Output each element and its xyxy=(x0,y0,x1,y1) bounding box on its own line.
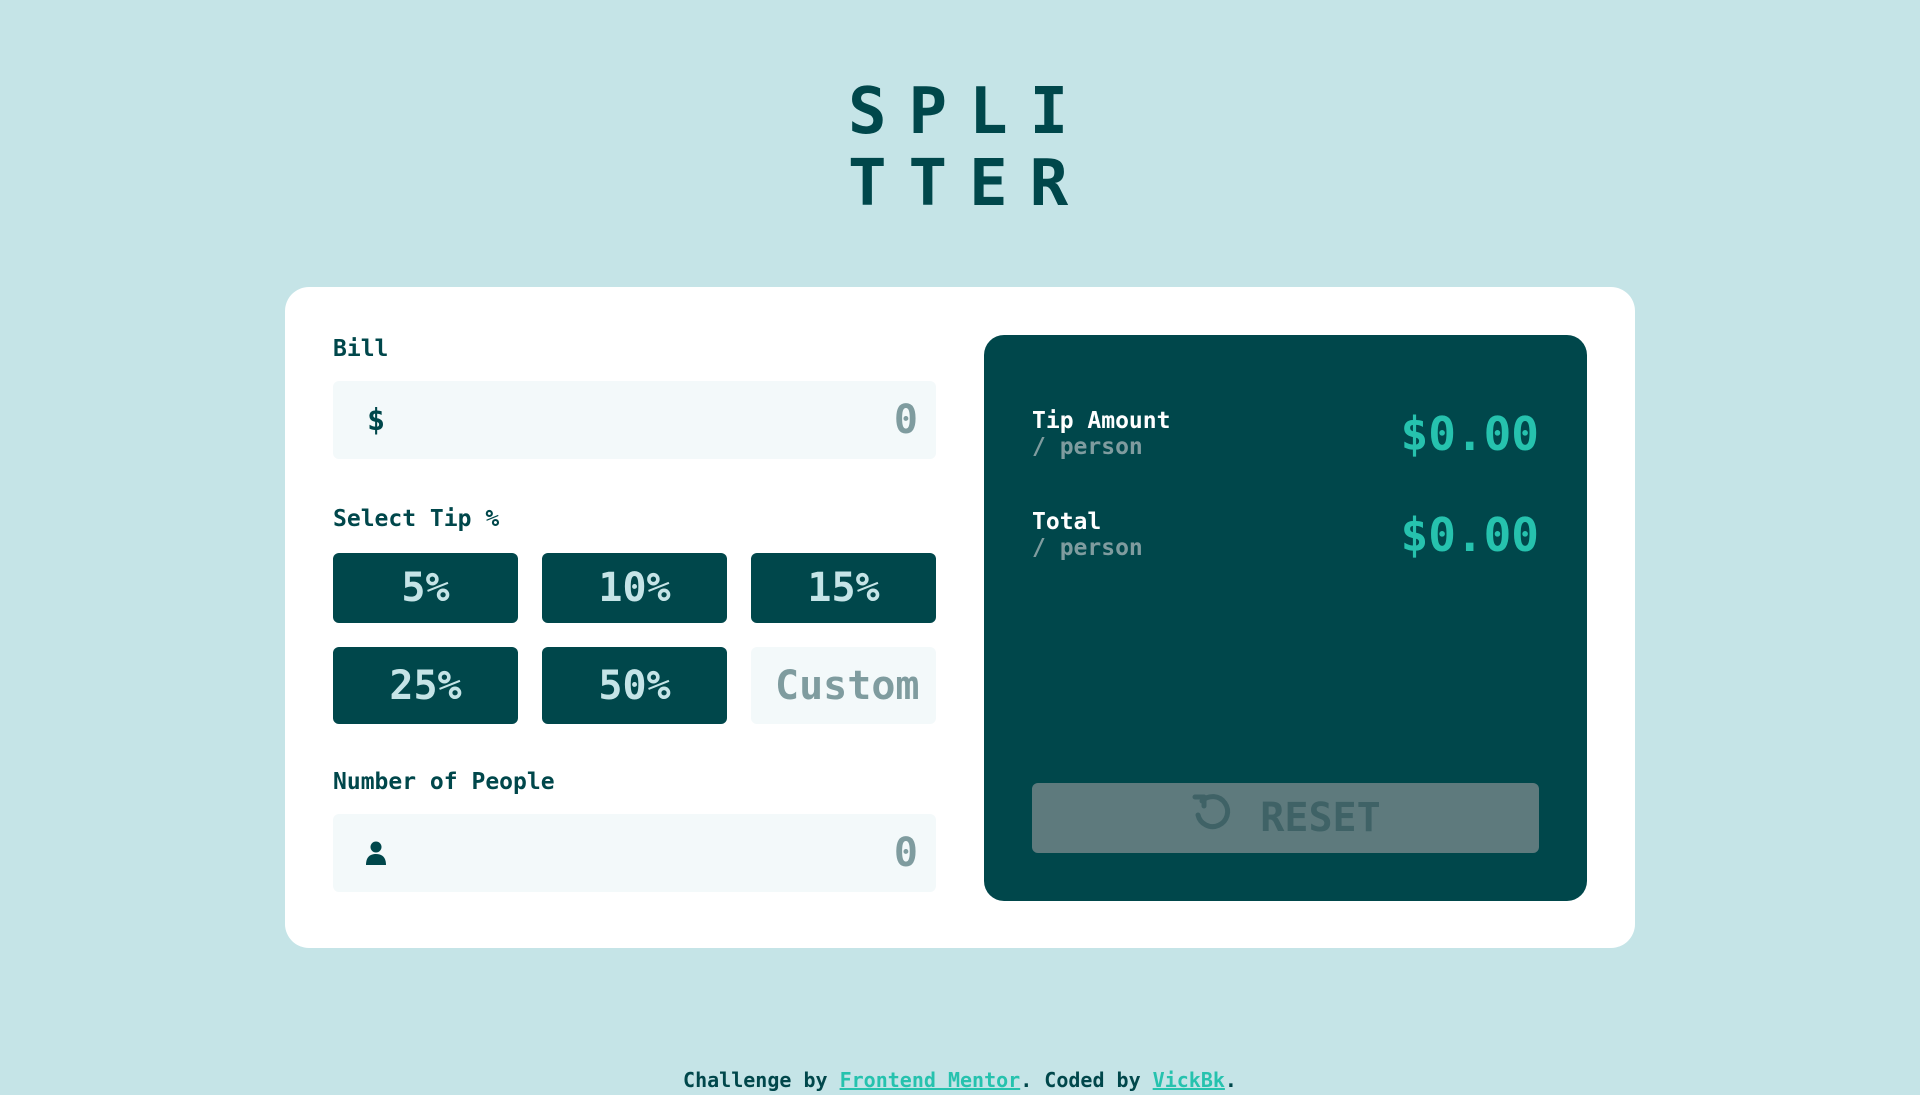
tip-amount-row: Tip Amount / person $0.00 xyxy=(1032,407,1539,461)
reset-label: RESET xyxy=(1260,795,1381,841)
footer-prefix: Challenge by xyxy=(683,1068,840,1092)
tip-amount-value: $0.00 xyxy=(1400,407,1539,461)
tip-25-button[interactable]: 25% xyxy=(333,647,518,724)
calculator-card: Bill $ Select Tip % 5% 10% 15% 25% 50% N… xyxy=(285,287,1635,948)
bill-label: Bill xyxy=(333,336,389,362)
logo: SPLI TTER xyxy=(848,76,1108,220)
people-field[interactable] xyxy=(333,814,936,892)
bill-field[interactable]: $ xyxy=(333,381,936,459)
tip-50-button[interactable]: 50% xyxy=(542,647,727,724)
people-input[interactable] xyxy=(389,830,918,876)
logo-line-2: TTER xyxy=(848,147,1091,221)
people-label: Number of People xyxy=(333,769,555,795)
bill-input[interactable] xyxy=(389,397,918,443)
total-title: Total xyxy=(1032,509,1102,535)
total-row: Total / person $0.00 xyxy=(1032,508,1539,562)
reset-icon xyxy=(1190,791,1234,845)
tip-options: 5% 10% 15% 25% 50% xyxy=(333,553,936,724)
tip-amount-title: Tip Amount xyxy=(1032,408,1171,434)
footer-mid: . Coded by xyxy=(1020,1068,1153,1092)
logo-line-1: SPLI xyxy=(848,75,1091,149)
frontend-mentor-link[interactable]: Frontend Mentor xyxy=(840,1068,1021,1092)
person-icon xyxy=(363,840,389,866)
reset-button[interactable]: RESET xyxy=(1032,783,1539,853)
input-panel: Bill $ Select Tip % 5% 10% 15% 25% 50% N… xyxy=(333,335,936,892)
tip-amount-per-person: / person xyxy=(1032,434,1143,460)
tip-15-button[interactable]: 15% xyxy=(751,553,936,623)
author-link[interactable]: VickBk xyxy=(1153,1068,1225,1092)
total-value: $0.00 xyxy=(1400,508,1539,562)
footer-attribution: Challenge by Frontend Mentor. Coded by V… xyxy=(0,1068,1920,1092)
footer-suffix: . xyxy=(1224,1068,1237,1092)
select-tip-label: Select Tip % xyxy=(333,506,500,532)
tip-5-button[interactable]: 5% xyxy=(333,553,518,623)
tip-10-button[interactable]: 10% xyxy=(542,553,727,623)
total-per-person: / person xyxy=(1032,535,1143,561)
dollar-icon: $ xyxy=(366,402,386,438)
results-panel: Tip Amount / person $0.00 Total / person… xyxy=(984,335,1587,901)
custom-tip-input[interactable] xyxy=(751,647,936,724)
